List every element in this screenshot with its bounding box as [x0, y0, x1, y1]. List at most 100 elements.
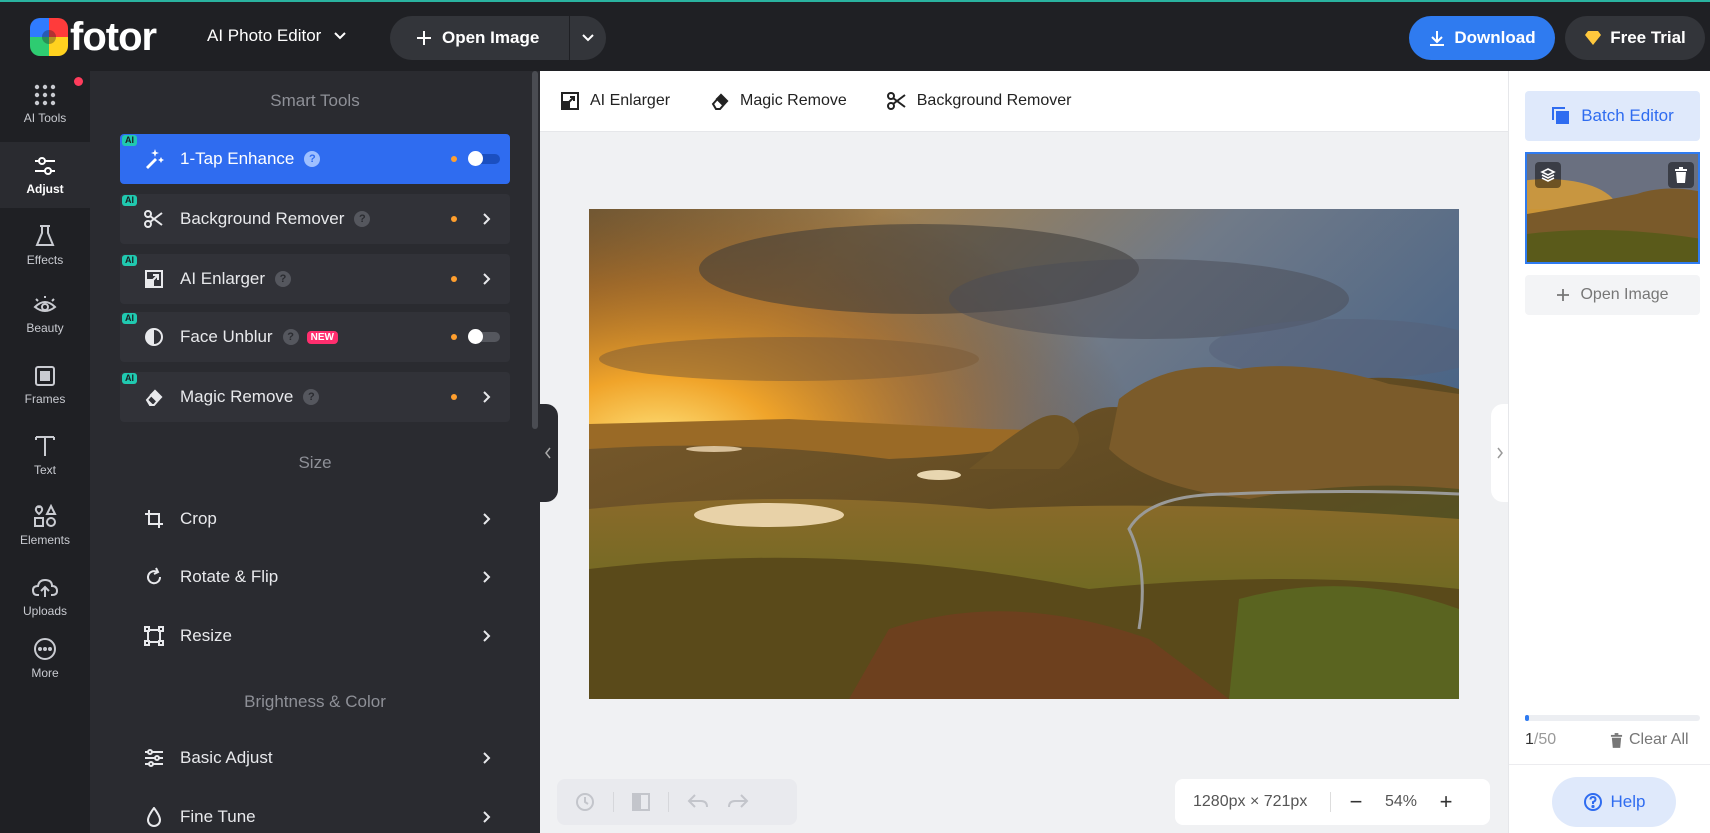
section-title-smart-tools: Smart Tools	[270, 91, 360, 110]
count-current: 1	[1525, 731, 1534, 748]
plus-icon	[1557, 289, 1570, 301]
rail-label: Effects	[26, 252, 64, 267]
rail-item-adjust[interactable]: Adjust	[0, 142, 90, 208]
tool-magic-remove[interactable]: AI Magic Remove ?	[120, 372, 510, 422]
clear-all-button[interactable]: Clear All	[1610, 731, 1689, 749]
tool-1-tap-enhance[interactable]: AI 1-Tap Enhance ?	[120, 134, 510, 184]
tool-background-remover[interactable]: AI Background Remover ?	[120, 194, 510, 244]
help-icon[interactable]: ?	[282, 329, 299, 345]
tool-label: Fine Tune	[180, 807, 256, 826]
tool-label: Rotate & Flip	[180, 567, 279, 586]
quick-tool-background-remover[interactable]: Background Remover	[886, 91, 1072, 111]
rail-item-uploads[interactable]: Uploads	[0, 564, 90, 630]
history-icon[interactable]	[575, 792, 595, 812]
download-icon	[1430, 31, 1445, 46]
fotor-logo[interactable]: fotor	[30, 17, 157, 57]
rail-item-elements[interactable]: Elements	[0, 492, 90, 558]
image-dimensions: 1280px × 721px	[1193, 793, 1308, 810]
open-image-button[interactable]: Open Image	[390, 16, 570, 60]
free-trial-label: Free Trial	[1610, 28, 1686, 47]
droplet-icon	[142, 807, 166, 827]
tool-crop[interactable]: Crop	[120, 494, 510, 544]
status-dot	[451, 334, 457, 340]
tool-label: Crop	[180, 509, 217, 528]
rail-item-frames[interactable]: Frames	[0, 352, 90, 418]
help-icon[interactable]: ?	[354, 211, 371, 227]
help-icon[interactable]: ?	[303, 389, 320, 405]
tool-resize[interactable]: Resize	[120, 611, 510, 661]
rail-item-beauty[interactable]: Beauty	[0, 282, 90, 348]
rail-label: More	[31, 665, 59, 680]
help-label: Help	[1610, 792, 1646, 811]
help-button[interactable]: Help	[1552, 777, 1676, 827]
image-thumbnail[interactable]	[1525, 152, 1700, 264]
rail-item-text[interactable]: Text	[0, 422, 90, 488]
toggle-knob	[468, 329, 483, 344]
new-badge: NEW	[306, 330, 338, 344]
quick-tool-magic-remove[interactable]: Magic Remove	[710, 91, 847, 111]
tool-label: 1-Tap Enhance	[180, 149, 295, 168]
status-dot	[451, 156, 457, 162]
question-circle-icon	[1583, 793, 1602, 811]
fotor-logo-icon	[30, 18, 68, 56]
face-unblur-toggle[interactable]	[468, 329, 500, 344]
sliders-icon	[142, 748, 166, 768]
panel-scrollbar[interactable]	[532, 71, 538, 429]
tool-label: Background Remover	[180, 209, 345, 228]
top-bar: fotor AI Photo Editor Open Image Downloa…	[0, 0, 1710, 71]
collapse-right-panel-button[interactable]	[1491, 404, 1509, 502]
sliders-icon	[35, 156, 55, 175]
trash-icon	[1675, 167, 1687, 183]
tool-fine-tune[interactable]: Fine Tune	[120, 792, 510, 833]
plus-icon	[417, 31, 431, 45]
rail-label: Elements	[19, 532, 71, 547]
help-icon[interactable]: ?	[275, 271, 292, 287]
rail-item-ai-tools[interactable]: AI Tools	[0, 71, 90, 137]
eraser-icon	[142, 387, 166, 407]
face-unblur-icon	[142, 327, 166, 347]
zoom-out-button[interactable]: −	[1331, 789, 1381, 815]
open-image-group: Open Image	[390, 16, 606, 60]
tool-face-unblur[interactable]: AI Face Unblur ? NEW	[120, 312, 510, 362]
help-icon[interactable]: ?	[304, 151, 321, 167]
tool-basic-adjust[interactable]: Basic Adjust	[120, 733, 510, 783]
rail-label: Text	[33, 462, 56, 477]
enhance-toggle[interactable]	[468, 151, 500, 166]
canvas-image[interactable]	[589, 209, 1459, 699]
editor-mode-select[interactable]: AI Photo Editor	[207, 26, 347, 46]
tool-ai-enlarger[interactable]: AI AI Enlarger ?	[120, 254, 510, 304]
diamond-icon	[1585, 31, 1602, 45]
undo-icon[interactable]	[687, 793, 709, 811]
eye-icon	[33, 295, 57, 312]
section-title-brightness-color: Brightness & Color	[244, 692, 386, 711]
zoom-controls: 1280px × 721px − 54% +	[1175, 779, 1490, 825]
compare-icon[interactable]	[632, 793, 650, 811]
cloud-upload-icon	[32, 578, 58, 597]
divider	[1509, 764, 1710, 765]
download-button[interactable]: Download	[1409, 16, 1555, 60]
tool-label: Basic Adjust	[180, 748, 273, 767]
trash-icon	[1610, 732, 1623, 748]
delete-image-button[interactable]	[1668, 162, 1694, 188]
chevron-right-icon	[483, 273, 491, 285]
frame-icon	[35, 365, 55, 386]
tool-rotate-flip[interactable]: Rotate & Flip	[120, 552, 510, 602]
right-open-image-label: Open Image	[1580, 286, 1669, 303]
section-title-size: Size	[298, 453, 332, 472]
zoom-in-button[interactable]: +	[1421, 789, 1471, 815]
rail-label: Adjust	[26, 181, 64, 196]
collapse-panel-button[interactable]	[538, 404, 558, 502]
tool-label: Magic Remove	[180, 387, 294, 406]
count-total: /50	[1533, 731, 1557, 748]
free-trial-button[interactable]: Free Trial	[1565, 16, 1705, 60]
chevron-down-icon	[334, 32, 347, 40]
batch-editor-button[interactable]: Batch Editor	[1525, 91, 1700, 141]
right-open-image-button[interactable]: Open Image	[1525, 275, 1700, 315]
rail-item-effects[interactable]: Effects	[0, 212, 90, 278]
layers-button[interactable]	[1535, 162, 1561, 188]
rail-item-more[interactable]: More	[0, 625, 90, 691]
redo-icon[interactable]	[727, 793, 749, 811]
open-image-dropdown[interactable]	[570, 33, 606, 43]
zoom-level: 54%	[1384, 793, 1418, 810]
quick-tool-ai-enlarger[interactable]: AI Enlarger	[560, 91, 670, 111]
